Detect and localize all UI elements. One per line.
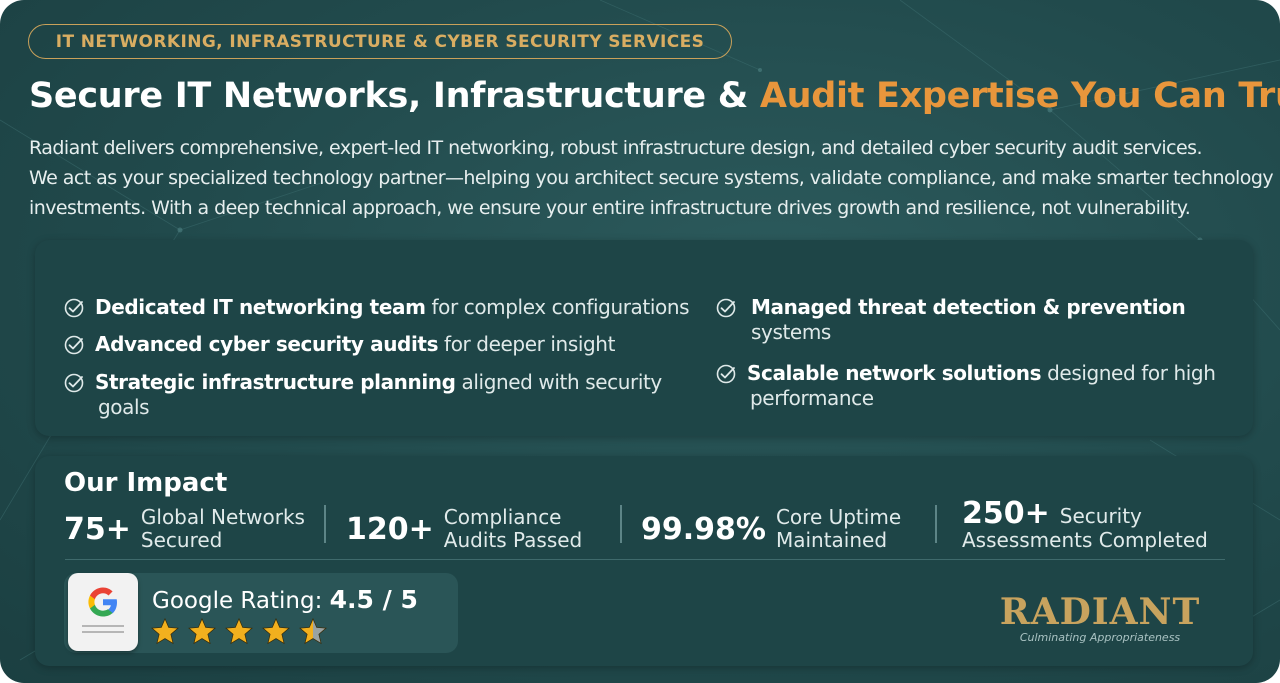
impact-title: Our Impact: [64, 468, 228, 498]
intro-line: Radiant delivers comprehensive, expert-l…: [29, 137, 1203, 159]
feature-text: Dedicated IT networking team for complex…: [95, 295, 690, 319]
star-rating: [150, 617, 335, 646]
stat-value: 120+: [346, 511, 434, 547]
intro-paragraph: Radiant delivers comprehensive, expert-l…: [29, 133, 1274, 223]
google-rating-card: Google Rating: 4.5 / 5: [64, 573, 458, 653]
stat-divider: [620, 505, 622, 543]
title-accent: Audit Expertise You Can Trust.: [759, 76, 1280, 116]
features-panel: Dedicated IT networking team for complex…: [35, 240, 1253, 436]
stat-label: Compliance Audits Passed: [443, 505, 583, 552]
rating-label: Google Rating: 4.5 / 5: [152, 585, 418, 614]
feature-item: Advanced cyber security audits for deepe…: [63, 332, 615, 357]
stat-divider: [935, 505, 937, 543]
intro-line: investments. With a deep technical appro…: [29, 197, 1191, 219]
feature-item: Scalable network solutions designed for …: [715, 361, 1216, 411]
star-icon: [188, 617, 216, 645]
check-circle-icon: [63, 295, 89, 320]
stat-value: 99.98%: [641, 511, 766, 547]
section-divider: [65, 559, 1225, 560]
intro-line: We act as your specialized technology pa…: [29, 167, 1274, 189]
stat-label: Global Networks Secured: [140, 505, 305, 552]
check-circle-icon: [63, 332, 89, 357]
feature-text: Managed threat detection & prevention sys…: [751, 295, 1186, 344]
feature-item: Dedicated IT networking team for complex…: [63, 295, 690, 320]
feature-item: Managed threat detection & prevention sys…: [715, 295, 1186, 345]
brand-tagline: Culminating Appropriateness: [1019, 631, 1181, 644]
star-icon: [262, 617, 290, 645]
stat-label: Assessments Completed: [962, 528, 1208, 552]
stat-label: Core Uptime Maintained: [775, 505, 902, 552]
impact-stat: 250+ Security Assessments Completed: [962, 496, 1208, 552]
star-icon: [151, 617, 179, 645]
feature-item: Strategic infrastructure planning aligne…: [63, 370, 662, 420]
check-circle-icon: [63, 370, 89, 395]
check-circle-icon: [715, 361, 741, 386]
brand-name: RADIANT: [999, 591, 1201, 633]
stat-value: 75+: [64, 511, 131, 547]
impact-panel: Our Impact 75+ Global Networks Secured 12…: [35, 456, 1253, 666]
page-title: Secure IT Networks, Infrastructure & Aud…: [29, 76, 1280, 116]
feature-text: Strategic infrastructure planning aligne…: [95, 370, 662, 419]
hero-banner: IT NETWORKING, INFRASTRUCTURE & CYBER SE…: [0, 0, 1280, 683]
stat-value: 250+: [962, 496, 1050, 531]
impact-stat: 99.98% Core Uptime Maintained: [641, 506, 901, 552]
star-icon: [225, 617, 253, 645]
title-main: Secure IT Networks, Infrastructure &: [29, 76, 760, 116]
rating-value: 4.5 / 5: [329, 585, 418, 614]
check-circle-icon: [715, 295, 741, 320]
feature-text: Scalable network solutions designed for …: [747, 361, 1216, 410]
stat-divider: [324, 505, 326, 543]
impact-stat: 75+ Global Networks Secured: [64, 506, 305, 552]
category-badge: IT NETWORKING, INFRASTRUCTURE & CYBER SE…: [28, 24, 732, 59]
impact-stat: 120+ Compliance Audits Passed: [346, 506, 582, 552]
brand-logo: RADIANT Culminating Appropriateness: [995, 591, 1205, 651]
star-icon: [299, 617, 327, 645]
google-g-icon: [68, 573, 138, 651]
feature-text: Advanced cyber security audits for deepe…: [95, 332, 616, 356]
